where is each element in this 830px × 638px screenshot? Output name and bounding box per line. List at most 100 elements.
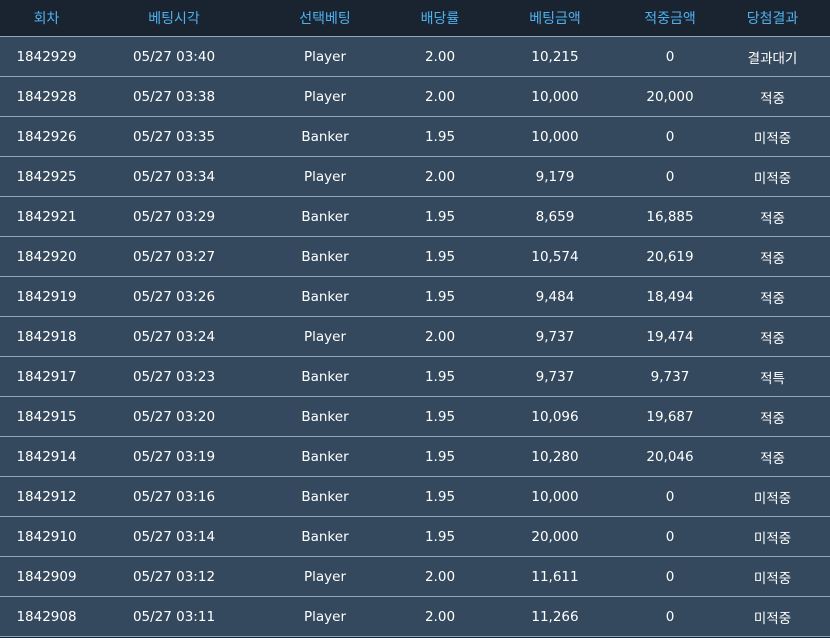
table-row[interactable]: 1842919 05/27 03:26 Banker 1.95 9,484 18,494 적…: [0, 276, 830, 317]
cell-round: 1842914: [0, 436, 93, 477]
table-header: 회차 베팅시각 선택베팅 배당률 베팅금액 적중금액 당첨결과: [0, 0, 830, 37]
cell-bet-time: 05/27 03:34: [93, 156, 255, 197]
cell-result: 미적중: [715, 476, 830, 517]
cell-result: 적특: [715, 356, 830, 397]
cell-round: 1842918: [0, 316, 93, 357]
cell-bet-time: 05/27 03:38: [93, 76, 255, 117]
cell-bet-amount: 10,280: [485, 436, 625, 477]
table-row[interactable]: 1842909 05/27 03:12 Player 2.00 11,611 0 미적중: [0, 556, 830, 597]
table-row[interactable]: 1842910 05/27 03:14 Banker 1.95 20,000 0 미적중: [0, 516, 830, 557]
cell-odds: 2.00: [395, 316, 485, 357]
cell-bet-amount: 10,000: [485, 476, 625, 517]
cell-odds: 1.95: [395, 116, 485, 157]
cell-result: 결과대기: [715, 36, 830, 77]
header-bet-time[interactable]: 베팅시각: [93, 0, 255, 37]
cell-odds: 2.00: [395, 556, 485, 597]
cell-result: 적중: [715, 76, 830, 117]
cell-odds: 1.95: [395, 476, 485, 517]
cell-result: 적중: [715, 396, 830, 437]
cell-odds: 2.00: [395, 76, 485, 117]
cell-result: 미적중: [715, 516, 830, 557]
cell-odds: 2.00: [395, 596, 485, 637]
cell-bet-time: 05/27 03:23: [93, 356, 255, 397]
cell-bet-selection: Banker: [255, 236, 395, 277]
cell-result: 적중: [715, 436, 830, 477]
cell-win-amount: 20,000: [625, 76, 715, 117]
cell-bet-time: 05/27 03:12: [93, 556, 255, 597]
cell-bet-time: 05/27 03:24: [93, 316, 255, 357]
cell-odds: 1.95: [395, 196, 485, 237]
cell-bet-amount: 10,096: [485, 396, 625, 437]
cell-bet-time: 05/27 03:35: [93, 116, 255, 157]
header-odds[interactable]: 배당률: [395, 0, 485, 37]
cell-round: 1842926: [0, 116, 93, 157]
cell-win-amount: 0: [625, 156, 715, 197]
cell-bet-selection: Banker: [255, 476, 395, 517]
cell-win-amount: 0: [625, 556, 715, 597]
table-body: 1842929 05/27 03:40 Player 2.00 10,215 0 결과대기 1…: [0, 36, 830, 637]
cell-result: 적중: [715, 196, 830, 237]
table-row[interactable]: 1842926 05/27 03:35 Banker 1.95 10,000 0 미적중: [0, 116, 830, 157]
table-row[interactable]: 1842929 05/27 03:40 Player 2.00 10,215 0 결과대기: [0, 36, 830, 77]
table-row[interactable]: 1842925 05/27 03:34 Player 2.00 9,179 0 미적중: [0, 156, 830, 197]
cell-bet-amount: 11,611: [485, 556, 625, 597]
cell-bet-amount: 9,484: [485, 276, 625, 317]
table-row[interactable]: 1842918 05/27 03:24 Player 2.00 9,737 19,474 적…: [0, 316, 830, 357]
cell-win-amount: 20,619: [625, 236, 715, 277]
cell-odds: 1.95: [395, 236, 485, 277]
cell-result: 미적중: [715, 156, 830, 197]
cell-win-amount: 19,474: [625, 316, 715, 357]
cell-round: 1842917: [0, 356, 93, 397]
cell-odds: 1.95: [395, 436, 485, 477]
cell-bet-selection: Player: [255, 316, 395, 357]
cell-bet-amount: 10,000: [485, 116, 625, 157]
cell-bet-selection: Player: [255, 156, 395, 197]
table-row[interactable]: 1842921 05/27 03:29 Banker 1.95 8,659 16,885 적…: [0, 196, 830, 237]
cell-bet-time: 05/27 03:19: [93, 436, 255, 477]
cell-result: 적중: [715, 276, 830, 317]
table-row[interactable]: 1842928 05/27 03:38 Player 2.00 10,000 20,000…: [0, 76, 830, 117]
cell-round: 1842908: [0, 596, 93, 637]
table-row[interactable]: 1842915 05/27 03:20 Banker 1.95 10,096 19,687…: [0, 396, 830, 437]
cell-round: 1842915: [0, 396, 93, 437]
table-row[interactable]: 1842920 05/27 03:27 Banker 1.95 10,574 20,619…: [0, 236, 830, 277]
cell-odds: 2.00: [395, 36, 485, 77]
cell-bet-amount: 9,179: [485, 156, 625, 197]
cell-round: 1842928: [0, 76, 93, 117]
cell-bet-amount: 10,000: [485, 76, 625, 117]
cell-odds: 1.95: [395, 276, 485, 317]
cell-win-amount: 0: [625, 596, 715, 637]
cell-result: 적중: [715, 236, 830, 277]
cell-bet-selection: Banker: [255, 196, 395, 237]
cell-result: 미적중: [715, 596, 830, 637]
cell-bet-amount: 10,215: [485, 36, 625, 77]
header-bet-amount[interactable]: 베팅금액: [485, 0, 625, 37]
cell-bet-selection: Banker: [255, 356, 395, 397]
cell-bet-selection: Player: [255, 76, 395, 117]
cell-bet-selection: Banker: [255, 516, 395, 557]
cell-bet-time: 05/27 03:40: [93, 36, 255, 77]
header-result[interactable]: 당첨결과: [715, 0, 830, 37]
table-row[interactable]: 1842908 05/27 03:11 Player 2.00 11,266 0 미적중: [0, 596, 830, 637]
cell-bet-selection: Banker: [255, 116, 395, 157]
cell-round: 1842929: [0, 36, 93, 77]
cell-round: 1842912: [0, 476, 93, 517]
header-row: 회차 베팅시각 선택베팅 배당률 베팅금액 적중금액 당첨결과: [0, 0, 830, 37]
cell-bet-selection: Player: [255, 556, 395, 597]
header-bet-selection[interactable]: 선택베팅: [255, 0, 395, 37]
cell-round: 1842925: [0, 156, 93, 197]
cell-bet-time: 05/27 03:20: [93, 396, 255, 437]
table-row[interactable]: 1842917 05/27 03:23 Banker 1.95 9,737 9,737 적특: [0, 356, 830, 397]
table-row[interactable]: 1842912 05/27 03:16 Banker 1.95 10,000 0 미적중: [0, 476, 830, 517]
cell-bet-amount: 20,000: [485, 516, 625, 557]
cell-win-amount: 18,494: [625, 276, 715, 317]
cell-round: 1842909: [0, 556, 93, 597]
cell-win-amount: 20,046: [625, 436, 715, 477]
cell-round: 1842919: [0, 276, 93, 317]
table-row[interactable]: 1842914 05/27 03:19 Banker 1.95 10,280 20,046…: [0, 436, 830, 477]
cell-result: 미적중: [715, 116, 830, 157]
cell-round: 1842910: [0, 516, 93, 557]
cell-bet-time: 05/27 03:14: [93, 516, 255, 557]
header-round[interactable]: 회차: [0, 0, 93, 37]
header-win-amount[interactable]: 적중금액: [625, 0, 715, 37]
